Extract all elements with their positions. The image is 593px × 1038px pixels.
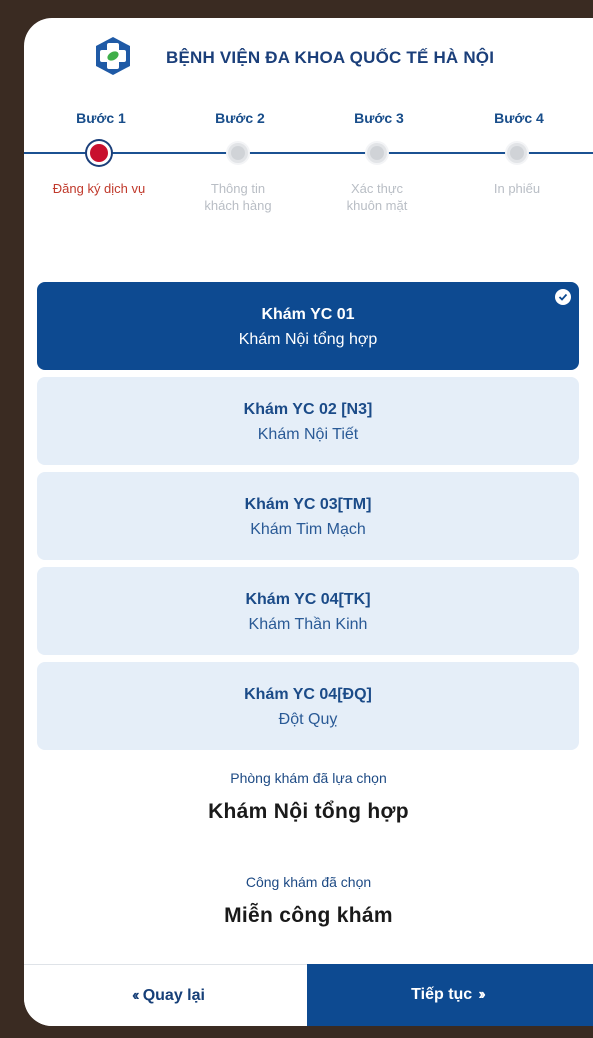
step-3-indicator [365,141,389,165]
service-card-yc04-tk[interactable]: Khám YC 04[TK] Khám Thần Kinh [37,567,579,655]
continue-button[interactable]: Tiếp tục ›› [307,964,593,1026]
selected-clinic-label: Phòng khám đã lựa chọn [230,770,387,786]
service-code: Khám YC 02 [N3] [243,401,373,418]
step-3-label-line-2: khuôn mặt [346,198,408,213]
hospital-name: BỆNH VIỆN ĐA KHOA QUỐC TẾ HÀ NỘI [166,48,495,67]
step-3-label: Xác thực khuôn mặt [317,180,437,214]
selected-fee-value: Miễn công khám [224,904,393,927]
selected-clinic-summary: Phòng khám đã lựa chọn Khám Nội tổng hợp [24,770,593,824]
step-2-title: Bước 2 [215,110,265,126]
service-code: Khám YC 01 [261,306,355,323]
double-chevron-left-icon: ‹‹ [132,986,139,1004]
step-1-label-line: Đăng ký dịch vụ [52,181,146,196]
service-name: Khám Tim Mạch [250,521,366,538]
service-name: Đột Quỵ [278,711,338,728]
step-3-label-line-1: Xác thực [350,181,404,196]
service-card-yc03[interactable]: Khám YC 03[TM] Khám Tim Mạch [37,472,579,560]
step-1-title: Bước 1 [76,110,126,126]
service-list: Khám YC 01 Khám Nội tổng hợp Khám YC 02 … [37,282,579,757]
footer-actions: ‹‹ Quay lại Tiếp tục ›› [24,964,593,1026]
selected-fee-label: Công khám đã chọn [245,874,372,890]
step-3-title: Bước 3 [354,110,404,126]
back-button-label: Quay lại [142,986,205,1004]
service-code: Khám YC 04[ĐQ] [244,686,372,703]
service-card-yc01[interactable]: Khám YC 01 Khám Nội tổng hợp [37,282,579,370]
step-4-label-line: In phiếu [493,181,541,196]
double-chevron-right-icon: ›› [478,986,485,1003]
hospital-cross-logo-icon [94,36,132,76]
service-name: Khám Nội Tiết [257,426,359,443]
service-name: Khám Nội tổng hợp [238,331,378,348]
header: BỆNH VIỆN ĐA KHOA QUỐC TẾ HÀ NỘI [24,18,593,88]
service-code: Khám YC 03[TM] [244,496,372,513]
service-card-yc02[interactable]: Khám YC 02 [N3] Khám Nội Tiết [37,377,579,465]
service-code: Khám YC 04[TK] [245,591,371,608]
selected-fee-summary: Công khám đã chọn Miễn công khám [24,874,593,928]
step-1-label: Đăng ký dịch vụ [39,180,159,197]
step-2-label: Thông tin khách hàng [178,180,298,214]
step-4-indicator [505,141,529,165]
back-button[interactable]: ‹‹ Quay lại [24,964,307,1026]
kiosk-screen: BỆNH VIỆN ĐA KHOA QUỐC TẾ HÀ NỘI Bước 1 … [24,18,593,1026]
step-4-title: Bước 4 [494,110,544,126]
device-frame: BỆNH VIỆN ĐA KHOA QUỐC TẾ HÀ NỘI Bước 1 … [0,0,593,1038]
check-circle-icon [555,289,571,305]
step-2-label-line-1: Thông tin [210,181,266,196]
service-card-yc04-dq[interactable]: Khám YC 04[ĐQ] Đột Quỵ [37,662,579,750]
selected-clinic-value: Khám Nội tổng hợp [208,800,409,823]
step-4-label: In phiếu [457,180,577,197]
service-name: Khám Thần Kinh [248,616,368,633]
step-2-indicator [226,141,250,165]
continue-button-label: Tiếp tục [411,986,473,1003]
step-2-label-line-2: khách hàng [204,198,272,213]
stepper: Bước 1 Bước 2 Bước 3 Bước 4 Đăng ký dịch… [24,110,593,240]
step-1-indicator [87,141,111,165]
